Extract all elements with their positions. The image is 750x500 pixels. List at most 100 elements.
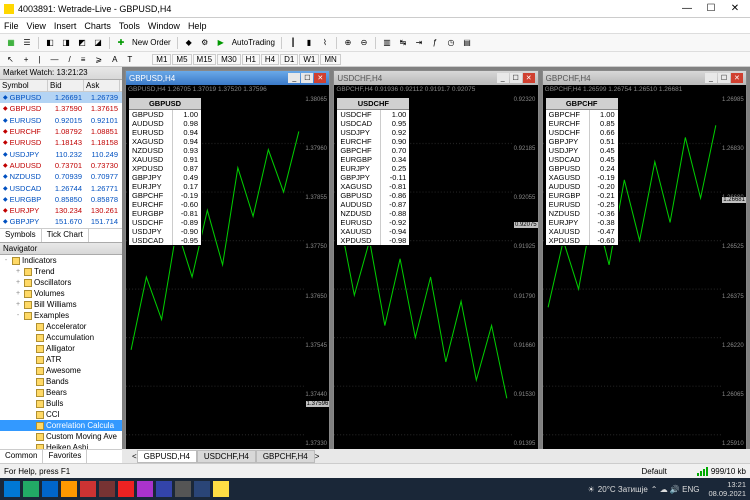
tab-tick-chart[interactable]: Tick Chart xyxy=(42,229,89,242)
timeframe-W1[interactable]: W1 xyxy=(299,54,319,65)
market-watch-row[interactable]: EURCHF1.087921.08851 xyxy=(0,126,122,137)
nav-item[interactable]: Accumulation xyxy=(0,332,122,343)
trendline-icon[interactable]: / xyxy=(65,55,73,64)
periods-icon[interactable]: ◷ xyxy=(444,36,458,50)
chart-max-icon[interactable]: ☐ xyxy=(510,73,522,83)
new-order-icon[interactable]: ✚ xyxy=(114,36,128,50)
fibo-icon[interactable]: ⩾ xyxy=(92,55,105,64)
options-icon[interactable]: ⚙ xyxy=(198,36,212,50)
task-icon[interactable] xyxy=(213,481,229,497)
market-watch-row[interactable]: USDCAD1.267441.26771 xyxy=(0,182,122,193)
channel-icon[interactable]: ≡ xyxy=(78,55,89,64)
tab-common[interactable]: Common xyxy=(0,450,43,463)
menu-file[interactable]: File xyxy=(4,21,19,31)
chart-canvas[interactable]: USDCHF USDCHF1.00USDCAD0.95USDJPY0.92EUR… xyxy=(334,95,537,459)
bar-chart-icon[interactable]: ┃ xyxy=(286,36,300,50)
market-watch-row[interactable]: GBPUSD1.266911.26739 xyxy=(0,92,122,103)
nav-item[interactable]: Accelerator xyxy=(0,321,122,332)
market-watch-list[interactable]: GBPUSD1.266911.26739GBPUSD1.375901.37615… xyxy=(0,92,122,228)
nav-item[interactable]: ATR xyxy=(0,354,122,365)
line-chart-icon[interactable]: ⌇ xyxy=(318,36,332,50)
nav-item[interactable]: Bands xyxy=(0,376,122,387)
market-watch-row[interactable]: GBPJPY151.670151.714 xyxy=(0,216,122,227)
scroll-icon[interactable]: ⇥ xyxy=(412,36,426,50)
market-watch-icon[interactable]: ◧ xyxy=(43,36,57,50)
close-button[interactable]: ✕ xyxy=(724,2,746,16)
chart-window[interactable]: GBPCHF,H4_☐✕ GBPCHF,H4 1.26599 1.26754 1… xyxy=(542,70,747,460)
nav-item[interactable]: Alligator xyxy=(0,343,122,354)
maximize-button[interactable]: ☐ xyxy=(700,2,722,16)
task-icon[interactable] xyxy=(61,481,77,497)
menu-charts[interactable]: Charts xyxy=(84,21,111,31)
nav-item[interactable]: -Indicators xyxy=(0,255,122,266)
hline-icon[interactable]: — xyxy=(47,55,61,64)
cursor-icon[interactable]: ↖ xyxy=(4,55,17,64)
nav-item[interactable]: +Bill Williams xyxy=(0,299,122,310)
data-window-icon[interactable]: ◨ xyxy=(59,36,73,50)
templates-icon[interactable]: ▤ xyxy=(460,36,474,50)
chart-header[interactable]: GBPUSD,H4_☐✕ xyxy=(126,71,329,85)
tile-icon[interactable]: ▥ xyxy=(380,36,394,50)
chart-header[interactable]: GBPCHF,H4_☐✕ xyxy=(543,71,746,85)
tray-icons[interactable]: ⌃ ☁ 🔊 ENG xyxy=(651,485,700,494)
market-watch-row[interactable]: EURUSD1.181431.18158 xyxy=(0,137,122,148)
minimize-button[interactable]: — xyxy=(676,2,698,16)
market-watch-row[interactable]: EURGBP0.858500.85878 xyxy=(0,194,122,205)
indicators-icon[interactable]: ƒ xyxy=(428,36,442,50)
market-watch-row[interactable]: NZDUSD0.709390.70977 xyxy=(0,171,122,182)
tab-favorites[interactable]: Favorites xyxy=(43,450,87,463)
chart-tab[interactable]: USDCHF,H4 xyxy=(197,450,256,463)
navigator-icon[interactable]: ◩ xyxy=(75,36,89,50)
taskbar-clock[interactable]: 13:2108.09.2021 xyxy=(708,480,746,498)
chart-min-icon[interactable]: _ xyxy=(288,73,300,83)
chart-max-icon[interactable]: ☐ xyxy=(301,73,313,83)
task-icon[interactable] xyxy=(156,481,172,497)
task-icon[interactable] xyxy=(23,481,39,497)
nav-item[interactable]: CCI xyxy=(0,409,122,420)
chart-tab[interactable]: GBPUSD,H4 xyxy=(137,450,197,463)
menu-window[interactable]: Window xyxy=(148,21,180,31)
zoom-out-icon[interactable]: ⊖ xyxy=(357,36,371,50)
task-icon[interactable] xyxy=(118,481,134,497)
autotrading-icon[interactable]: ▶ xyxy=(214,36,228,50)
nav-item[interactable]: Heiken Ashi xyxy=(0,442,122,449)
nav-item[interactable]: Correlation Calcula xyxy=(0,420,122,431)
chart-canvas[interactable]: GBPCHF GBPCHF1.00EURCHF0.85USDCHF0.66GBP… xyxy=(543,95,746,459)
vline-icon[interactable]: | xyxy=(35,55,43,64)
zoom-in-icon[interactable]: ⊕ xyxy=(341,36,355,50)
task-icon[interactable] xyxy=(175,481,191,497)
timeframe-MN[interactable]: MN xyxy=(320,54,340,65)
timeframe-M15[interactable]: M15 xyxy=(193,54,217,65)
market-watch-row[interactable]: USDJPY110.232110.249 xyxy=(0,148,122,159)
nav-item[interactable]: Custom Moving Ave xyxy=(0,431,122,442)
navigator-tree[interactable]: -Indicators+Trend+Oscillators+Volumes+Bi… xyxy=(0,255,122,449)
terminal-icon[interactable]: ◪ xyxy=(91,36,105,50)
chart-max-icon[interactable]: ☐ xyxy=(718,73,730,83)
chart-tab[interactable]: GBPCHF,H4 xyxy=(256,450,315,463)
nav-item[interactable]: +Oscillators xyxy=(0,277,122,288)
nav-item[interactable]: Bears xyxy=(0,387,122,398)
market-watch-row[interactable]: GBPUSD1.375901.37615 xyxy=(0,103,122,114)
task-icon[interactable] xyxy=(42,481,58,497)
task-icon[interactable] xyxy=(137,481,153,497)
menu-view[interactable]: View xyxy=(27,21,46,31)
timeframe-M5[interactable]: M5 xyxy=(172,54,191,65)
chart-min-icon[interactable]: _ xyxy=(705,73,717,83)
metaeditor-icon[interactable]: ◆ xyxy=(182,36,196,50)
shift-icon[interactable]: ↹ xyxy=(396,36,410,50)
chart-close-icon[interactable]: ✕ xyxy=(523,73,535,83)
label-icon[interactable]: T xyxy=(124,55,135,64)
chart-close-icon[interactable]: ✕ xyxy=(731,73,743,83)
nav-item[interactable]: Awesome xyxy=(0,365,122,376)
market-watch-row[interactable]: EURUSD0.920150.92101 xyxy=(0,115,122,126)
nav-item[interactable]: -Examples xyxy=(0,310,122,321)
menu-tools[interactable]: Tools xyxy=(119,21,140,31)
menu-insert[interactable]: Insert xyxy=(54,21,77,31)
start-button[interactable] xyxy=(4,481,20,497)
nav-item[interactable]: +Volumes xyxy=(0,288,122,299)
nav-item[interactable]: +Trend xyxy=(0,266,122,277)
chart-min-icon[interactable]: _ xyxy=(497,73,509,83)
timeframe-H4[interactable]: H4 xyxy=(261,54,279,65)
candle-chart-icon[interactable]: ▮ xyxy=(302,36,316,50)
profiles-icon[interactable]: ☰ xyxy=(20,36,34,50)
